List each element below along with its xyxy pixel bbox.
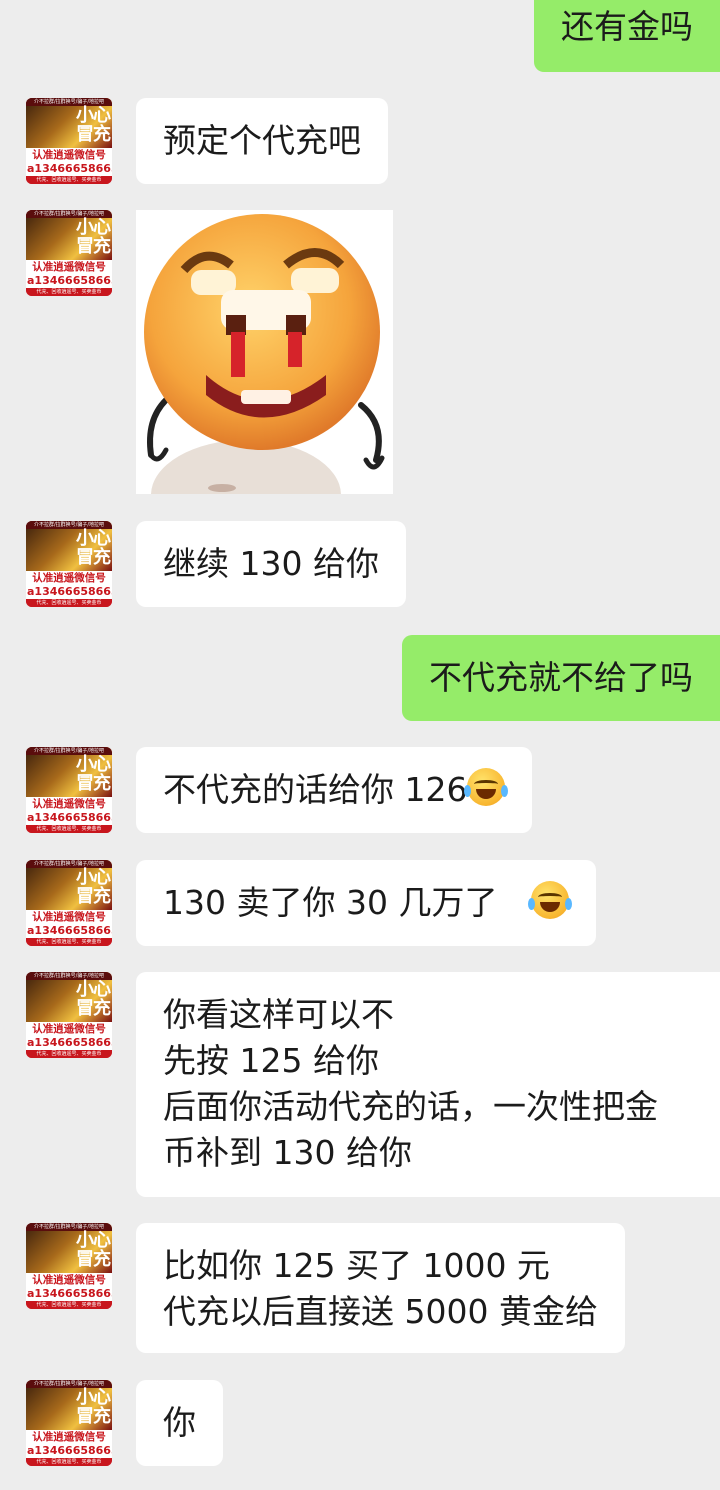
avatar-line1: 认准逍遥微信号 [26,1273,112,1287]
avatar[interactable]: 介不拉群/拉群换号/骗子/地拉吧 小心 冒充 认准逍遥微信号 a134666586… [26,210,112,296]
avatar[interactable]: 介不拉群/拉群换号/骗子/地拉吧 小心 冒充 认准逍遥微信号 a134666586… [26,521,112,607]
message-bubble-received[interactable]: 130 卖了你 30 几万了 [136,860,597,946]
message-text: 还有金吗 [561,7,693,46]
avatar-line3: 代充、回收逍遥号、买卖金币 [26,1050,112,1058]
avatar-line1: 认准逍遥微信号 [26,910,112,924]
message-text: 不代充的话给你 126 [163,770,468,809]
message-text: 比如你 125 买了 1000 元 [163,1246,550,1285]
message-text: 币补到 130 给你 [163,1133,412,1172]
avatar-line3: 代充、回收逍遥号、买卖金币 [26,176,112,184]
message-bubble-received[interactable]: 你看这样可以不 先按 125 给你 后面你活动代充的话，一次性把金 币补到 13… [136,972,720,1197]
avatar-line2: a13466658665 [26,274,112,288]
laugh-cry-emoji [528,881,573,919]
message-bubble-received[interactable]: 继续 130 给你 [136,521,406,607]
avatar-line3: 代充、回收逍遥号、买卖金币 [26,599,112,607]
avatar-title: 小心 冒充 [76,867,111,907]
message-text: 代充以后直接送 5000 黄金给 [163,1292,598,1331]
avatar-line2: a13466658665 [26,924,112,938]
laugh-cry-emoji [464,768,509,806]
avatar-line1: 认准逍遥微信号 [26,571,112,585]
avatar[interactable]: 介不拉群/拉群换号/骗子/地拉吧 小心 冒充 认准逍遥微信号 a134666586… [26,1223,112,1309]
message-text: 你看这样可以不 [163,995,394,1034]
avatar-line3: 代充、回收逍遥号、买卖金币 [26,938,112,946]
avatar-line2: a13466658665 [26,811,112,825]
avatar[interactable]: 介不拉群/拉群换号/骗子/地拉吧 小心 冒充 认准逍遥微信号 a134666586… [26,972,112,1058]
avatar-title: 小心 冒充 [76,1230,111,1270]
avatar-line2: a13466658665 [26,1287,112,1301]
avatar[interactable]: 介不拉群/拉群换号/骗子/地拉吧 小心 冒充 认准逍遥微信号 a134666586… [26,860,112,946]
message-text: 130 卖了你 30 几万了 [163,883,498,922]
avatar-title: 小心 冒充 [76,979,111,1019]
message-bubble-received[interactable]: 比如你 125 买了 1000 元 代充以后直接送 5000 黄金给 [136,1223,625,1353]
avatar[interactable]: 介不拉群/拉群换号/骗子/地拉吧 小心 冒充 认准逍遥微信号 a134666586… [26,1380,112,1466]
sticker-image [144,214,385,494]
message-text: 先按 125 给你 [163,1041,379,1080]
avatar-title: 小心 冒充 [76,754,111,794]
avatar-line1: 认准逍遥微信号 [26,797,112,811]
avatar[interactable]: 介不拉群/拉群换号/骗子/地拉吧 小心 冒充 认准逍遥微信号 a134666586… [26,98,112,184]
avatar-line2: a13466658665 [26,585,112,599]
message-bubble-sent[interactable]: 不代充就不给了吗 [402,635,720,721]
avatar-line2: a13466658665 [26,162,112,176]
avatar-title: 小心 冒充 [76,528,111,568]
message-bubble-received[interactable]: 预定个代充吧 [136,98,388,184]
avatar-title: 小心 冒充 [76,1387,111,1427]
avatar-line1: 认准逍遥微信号 [26,1430,112,1444]
message-text: 你 [163,1403,196,1442]
avatar-line1: 认准逍遥微信号 [26,148,112,162]
avatar-line2: a13466658665 [26,1036,112,1050]
avatar[interactable]: 介不拉群/拉群换号/骗子/地拉吧 小心 冒充 认准逍遥微信号 a134666586… [26,747,112,833]
message-text: 不代充就不给了吗 [429,658,693,697]
message-bubble-sent[interactable]: 还有金吗 [534,0,720,72]
message-text: 后面你活动代充的话，一次性把金 [163,1087,658,1126]
avatar-line3: 代充、回收逍遥号、买卖金币 [26,288,112,296]
message-text: 预定个代充吧 [163,121,361,160]
avatar-title: 小心 冒充 [76,217,111,257]
avatar-line3: 代充、回收逍遥号、买卖金币 [26,825,112,833]
message-bubble-received[interactable]: 你 [136,1380,223,1466]
avatar-line3: 代充、回收逍遥号、买卖金币 [26,1458,112,1466]
message-bubble-received[interactable]: 不代充的话给你 126 [136,747,533,833]
avatar-line1: 认准逍遥微信号 [26,1022,112,1036]
avatar-line2: a13466658665 [26,1444,112,1458]
avatar-line3: 代充、回收逍遥号、买卖金币 [26,1301,112,1309]
message-text: 继续 130 给你 [163,544,379,583]
avatar-title: 小心 冒充 [76,105,111,145]
crying-smiley-meme-sticker[interactable] [136,210,393,494]
avatar-line1: 认准逍遥微信号 [26,260,112,274]
